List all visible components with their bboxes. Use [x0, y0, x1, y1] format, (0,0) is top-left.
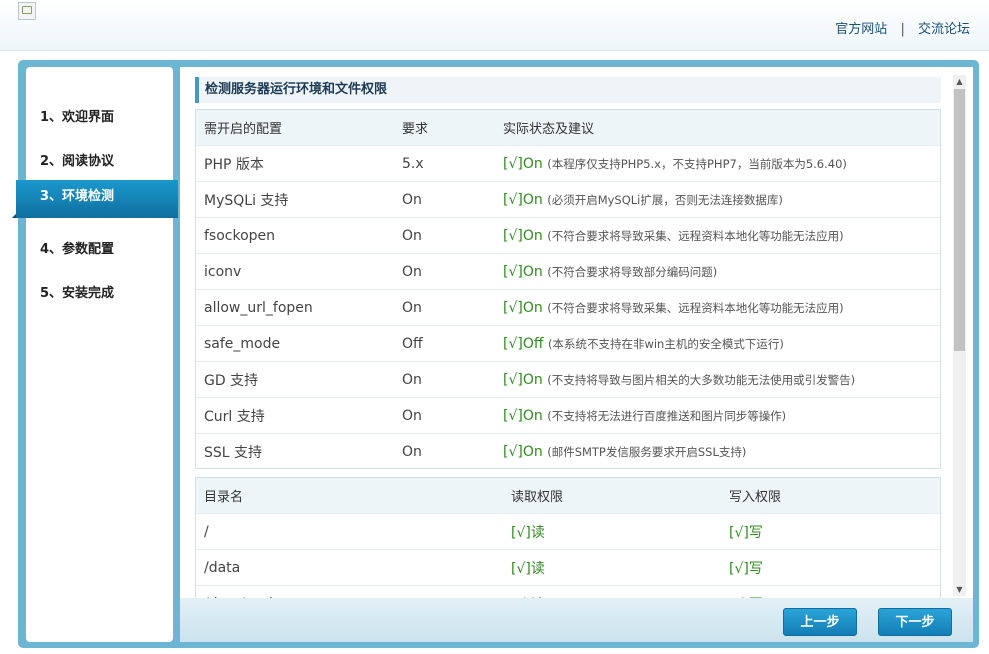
env-check-table-box: 需开启的配置 要求 实际状态及建议 PHP 版本 5.x [√]On (本程序仅支持… — [195, 109, 941, 469]
env-config-name: PHP 版本 — [196, 145, 394, 182]
prev-step-button[interactable]: 上一步 — [783, 608, 857, 636]
env-config-name: Curl 支持 — [196, 397, 394, 434]
env-requirement: Off — [394, 325, 495, 362]
step-env-check-active[interactable]: 3、环境检测 — [12, 180, 178, 218]
env-status-cell: [√]On (不支持将导致与图片相关的大多数功能无法使用或引发警告) — [495, 361, 940, 398]
dir-col-name: 目录名 — [196, 478, 503, 514]
env-status: [√]Off — [503, 335, 544, 352]
env-requirement: On — [394, 289, 495, 326]
env-row: SSL 支持 On [√]On (邮件SMTP发信服务要求开启SSL支持) — [196, 433, 940, 468]
top-header: 官方网站 | 交流论坛 — [0, 0, 989, 51]
dir-read-permission: [√]读 — [503, 513, 721, 550]
env-status: [√]On — [503, 263, 543, 280]
env-note: (必须开启MySQLi扩展，否则无法连接数据库) — [547, 192, 783, 207]
env-config-name: fsockopen — [196, 217, 394, 254]
env-requirement: On — [394, 217, 495, 254]
top-links: 官方网站 | 交流论坛 — [835, 18, 970, 37]
env-check-table: 需开启的配置 要求 实际状态及建议 PHP 版本 5.x [√]On (本程序仅支持… — [196, 110, 940, 468]
broken-logo-icon — [18, 2, 36, 20]
env-status-cell: [√]On (不符合要求将导致采集、远程资料本地化等功能无法应用) — [495, 217, 940, 254]
step-agreement[interactable]: 2、阅读协议 — [40, 150, 114, 169]
env-requirement: 5.x — [394, 145, 495, 182]
env-requirement: On — [394, 253, 495, 290]
env-config-name: iconv — [196, 253, 394, 290]
dir-name: /data — [196, 549, 503, 586]
dir-row: / [√]读 [√]写 — [196, 513, 940, 550]
env-status-cell: [√]On (本程序仅支持PHP5.x，不支持PHP7，当前版本为5.6.40) — [495, 145, 940, 182]
dir-name: /data/cache — [196, 585, 503, 598]
env-requirement: On — [394, 397, 495, 434]
env-row: PHP 版本 5.x [√]On (本程序仅支持PHP5.x，不支持PHP7，当前版… — [196, 145, 940, 182]
env-config-name: GD 支持 — [196, 361, 394, 398]
env-note: (不符合要求将导致采集、远程资料本地化等功能无法应用) — [547, 228, 844, 243]
env-col-status: 实际状态及建议 — [495, 110, 940, 146]
forum-link[interactable]: 交流论坛 — [918, 22, 970, 37]
env-row: GD 支持 On [√]On (不支持将导致与图片相关的大多数功能无法使用或引发警告… — [196, 361, 940, 398]
dir-header-row: 目录名 读取权限 写入权限 — [196, 478, 940, 514]
official-site-link[interactable]: 官方网站 — [835, 22, 887, 37]
env-requirement: On — [394, 433, 495, 468]
dir-row: /data [√]读 [√]写 — [196, 549, 940, 586]
dir-write-permission: [√]写 — [721, 549, 940, 586]
env-status: [√]On — [503, 227, 543, 244]
env-row: Curl 支持 On [√]On (不支持将无法进行百度推送和图片同步等操作) — [196, 397, 940, 434]
dir-read-permission: [√]读 — [503, 585, 721, 598]
vertical-scrollbar[interactable]: ▲ ▼ — [953, 75, 966, 596]
env-config-name: SSL 支持 — [196, 433, 394, 468]
dir-col-read: 读取权限 — [503, 478, 721, 514]
env-status: [√]On — [503, 191, 543, 208]
dir-row: /data/cache[√]读[√]写 — [196, 585, 940, 598]
env-note: (不支持将无法进行百度推送和图片同步等操作) — [547, 408, 787, 423]
step-config[interactable]: 4、参数配置 — [40, 238, 114, 257]
env-row: fsockopen On [√]On (不符合要求将导致采集、远程资料本地化等功能无… — [196, 217, 940, 254]
env-config-name: allow_url_fopen — [196, 289, 394, 326]
env-note: (本系统不支持在非win主机的安全模式下运行) — [547, 336, 784, 351]
env-note: (本程序仅支持PHP5.x，不支持PHP7，当前版本为5.6.40) — [547, 156, 847, 171]
footer-bar: 上一步 下一步 — [180, 598, 973, 642]
env-status-cell: [√]On (不支持将无法进行百度推送和图片同步等操作) — [495, 397, 940, 434]
env-row: safe_mode Off [√]Off (本系统不支持在非win主机的安全模式下运… — [196, 325, 940, 362]
env-status-cell: [√]Off (本系统不支持在非win主机的安全模式下运行) — [495, 325, 940, 362]
step-welcome[interactable]: 1、欢迎界面 — [40, 106, 114, 125]
dir-write-permission: [√]写 — [721, 585, 940, 598]
env-header-row: 需开启的配置 要求 实际状态及建议 — [196, 110, 940, 146]
env-row: allow_url_fopen On [√]On (不符合要求将导致采集、远程资料本… — [196, 289, 940, 326]
dir-name: / — [196, 513, 503, 550]
env-note: (不符合要求将导致部分编码问题) — [547, 264, 718, 279]
env-requirement: On — [394, 181, 495, 218]
step-complete[interactable]: 5、安装完成 — [40, 282, 114, 301]
dir-col-write: 写入权限 — [721, 478, 940, 514]
env-status-cell: [√]On (不符合要求将导致采集、远程资料本地化等功能无法应用) — [495, 289, 940, 326]
env-note: (不符合要求将导致采集、远程资料本地化等功能无法应用) — [547, 300, 844, 315]
env-config-name: safe_mode — [196, 325, 394, 362]
env-status: [√]On — [503, 407, 543, 424]
dir-read-permission: [√]读 — [503, 549, 721, 586]
env-status: [√]On — [503, 371, 543, 388]
env-col-config: 需开启的配置 — [196, 110, 394, 146]
scroll-thumb[interactable] — [954, 89, 965, 351]
dir-permission-table-box: 目录名 读取权限 写入权限 /[√]读[√]写/data[√]读[√]写/dat… — [195, 477, 941, 598]
section-title: 检测服务器运行环境和文件权限 — [195, 77, 941, 103]
env-status: [√]On — [503, 155, 543, 172]
dir-permission-table: 目录名 读取权限 写入权限 /[√]读[√]写/data[√]读[√]写/dat… — [196, 478, 940, 598]
env-status-cell: [√]On (邮件SMTP发信服务要求开启SSL支持) — [495, 433, 940, 468]
link-separator: | — [900, 22, 905, 37]
env-note: (不支持将导致与图片相关的大多数功能无法使用或引发警告) — [547, 372, 856, 387]
next-step-button[interactable]: 下一步 — [878, 608, 952, 636]
env-row: MySQLi 支持 On [√]On (必须开启MySQLi扩展，否则无法连接数据库… — [196, 181, 940, 218]
env-status: [√]On — [503, 299, 543, 316]
env-row: iconv On [√]On (不符合要求将导致部分编码问题) — [196, 253, 940, 290]
env-status-cell: [√]On (不符合要求将导致部分编码问题) — [495, 253, 940, 290]
env-status-cell: [√]On (必须开启MySQLi扩展，否则无法连接数据库) — [495, 181, 940, 218]
env-requirement: On — [394, 361, 495, 398]
env-config-name: MySQLi 支持 — [196, 181, 394, 218]
env-status: [√]On — [503, 443, 543, 460]
scroll-up-arrow-icon[interactable]: ▲ — [953, 75, 966, 88]
main-content: 检测服务器运行环境和文件权限 需开启的配置 要求 实际状态及建议 PHP 版本 5… — [180, 67, 973, 598]
scroll-down-arrow-icon[interactable]: ▼ — [953, 583, 966, 596]
env-note: (邮件SMTP发信服务要求开启SSL支持) — [547, 444, 747, 459]
env-col-requirement: 要求 — [394, 110, 495, 146]
dir-write-permission: [√]写 — [721, 513, 940, 550]
